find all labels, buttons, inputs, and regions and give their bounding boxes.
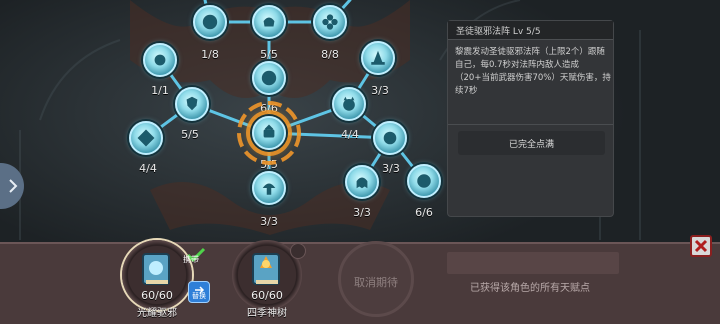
beast-icon — [343, 96, 355, 111]
talent-node-level: 4/4 — [139, 162, 157, 175]
talent-node-level: 3/3 — [260, 215, 278, 228]
spirit-face-icon — [261, 70, 277, 86]
wizard-hat-icon — [371, 50, 385, 65]
slot-count: 60/60 — [141, 289, 173, 302]
talent-node-spirit-face[interactable] — [252, 61, 286, 95]
carry-label: 携带 — [183, 255, 199, 264]
swap-button[interactable]: 替换 — [188, 281, 210, 303]
skull-icon — [263, 17, 275, 27]
cancel-label: 取消期待 — [354, 276, 398, 289]
arrow-target-icon — [137, 129, 155, 147]
talent-points-status: 已获得该角色的所有天赋点 — [470, 283, 590, 294]
talent-node-level: 4/4 — [341, 128, 359, 141]
shield-icon — [186, 96, 198, 111]
tree-spellbook-icon — [252, 253, 280, 285]
talent-node-mushroom[interactable] — [252, 171, 286, 205]
talent-node-pig[interactable] — [407, 164, 441, 198]
talent-node-level: 3/3 — [371, 84, 389, 97]
talent-title: 圣徒驱邪法阵 Lv 5/5 — [456, 27, 541, 37]
slot-indicator-dot — [290, 243, 306, 259]
talent-description: 黎震发动圣徒驱邪法阵（上限2个）跟随自己，每0.7秒对法阵内敌人造成（20+当前… — [455, 47, 611, 96]
close-button[interactable] — [690, 235, 712, 257]
info-panel-header: 圣徒驱邪法阵 Lv 5/5 — [448, 21, 613, 40]
talent-slot-placeholder — [447, 252, 619, 274]
pig-icon — [417, 174, 431, 188]
flower-icon — [322, 14, 338, 30]
cross-eye-icon — [154, 54, 166, 66]
talent-node-level: 3/3 — [353, 206, 371, 219]
talent-node-level: 8/8 — [321, 48, 339, 61]
talent-node-level: 5/5 — [181, 128, 199, 141]
chevron-right-icon — [9, 179, 18, 193]
cancel-expectation-button[interactable]: 取消期待 — [338, 241, 414, 317]
talent-node-level: 5/5 — [260, 48, 278, 61]
slot-name: 光耀驱邪 — [137, 308, 177, 319]
talent-info-panel: 圣徒驱邪法阵 Lv 5/5 黎震发动圣徒驱邪法阵（上限2个）跟随自己，每0.7秒… — [447, 20, 614, 217]
talent-node-ghost[interactable] — [345, 165, 379, 199]
talent-node-flower[interactable] — [313, 5, 347, 39]
spellbook-icon — [142, 253, 170, 285]
mushroom-icon — [262, 183, 276, 195]
talent-node-level: 6/6 — [415, 206, 433, 219]
talent-node-shield[interactable] — [175, 87, 209, 121]
close-icon — [694, 239, 708, 253]
talent-node-beast[interactable] — [332, 87, 366, 121]
talent-node-level: 1/8 — [201, 48, 219, 61]
slot-name: 四季神树 — [247, 308, 287, 319]
talent-node-skull[interactable] — [252, 5, 286, 39]
swap-label: 替换 — [192, 292, 206, 300]
ghost-icon — [356, 177, 368, 189]
claw-icon — [383, 131, 397, 145]
selection-ring — [237, 101, 301, 165]
talent-node-cross-eye[interactable] — [143, 43, 177, 77]
talent-node-claw[interactable] — [373, 121, 407, 155]
slot-count: 60/60 — [251, 289, 283, 302]
talent-node-face-mask[interactable] — [193, 5, 227, 39]
talent-node-level: 1/1 — [151, 84, 169, 97]
talent-node-wizard-hat[interactable] — [361, 41, 395, 75]
talent-max-status: 已完全点满 — [458, 131, 605, 155]
talent-node-arrow-target[interactable] — [129, 121, 163, 155]
divider — [448, 124, 613, 125]
face-mask-icon — [202, 14, 218, 30]
equipped-talent-slot-1[interactable]: 60/60 光耀驱邪 — [122, 240, 192, 319]
